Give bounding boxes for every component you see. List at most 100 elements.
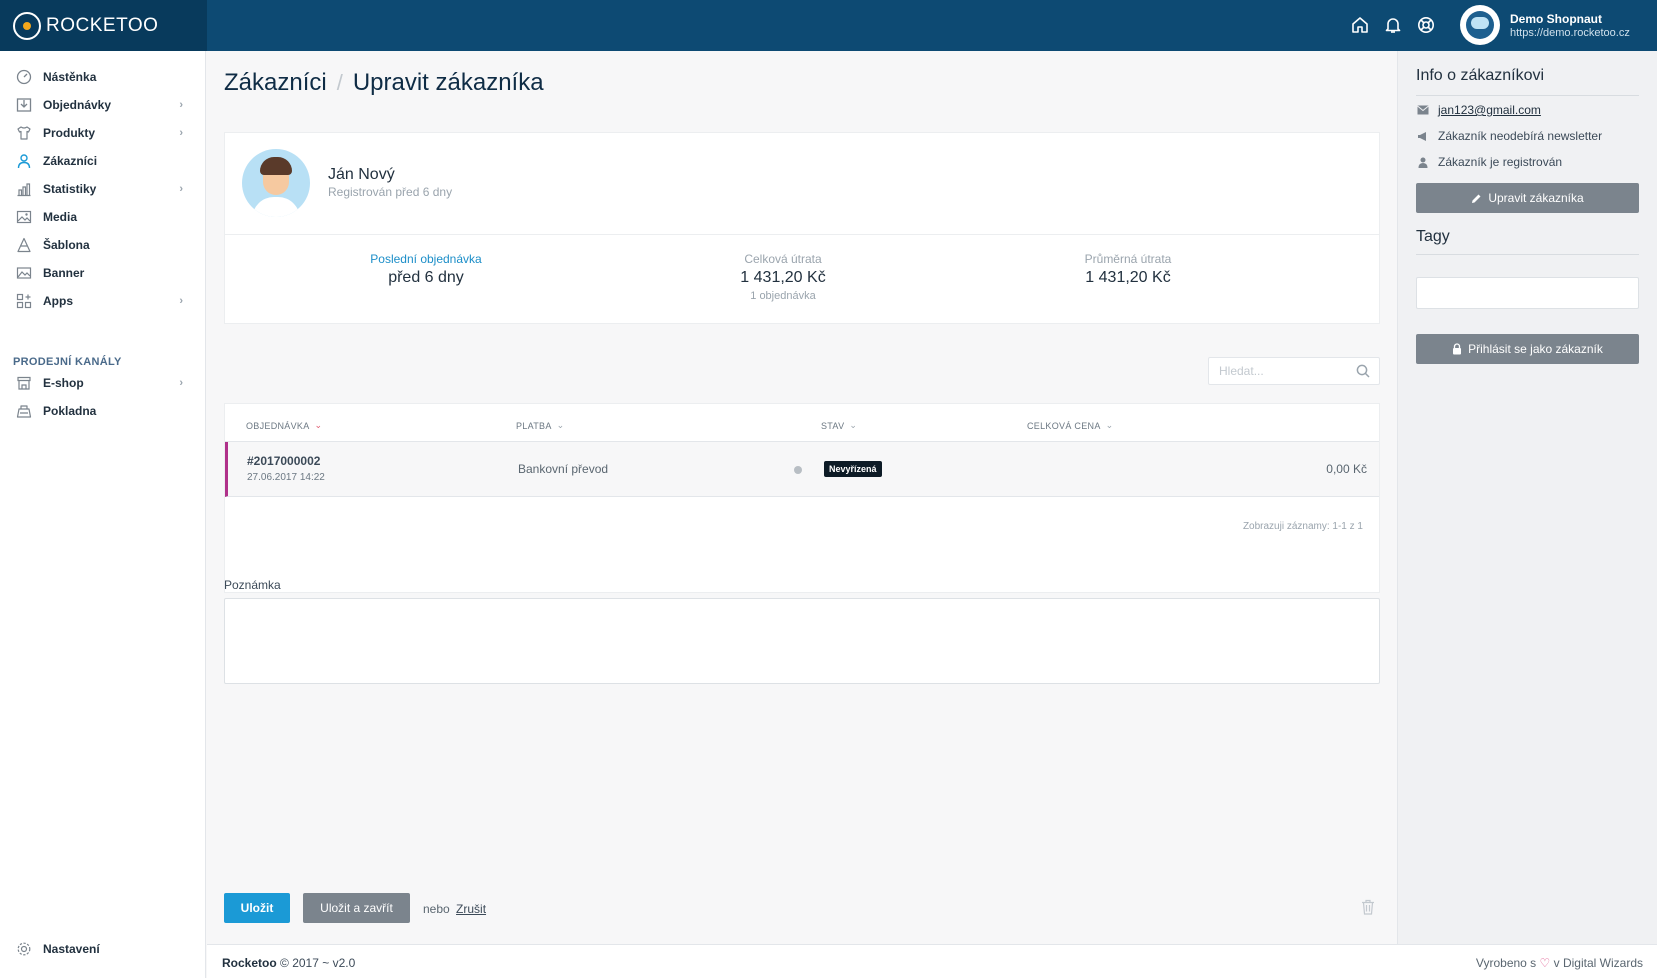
divider <box>1416 95 1639 96</box>
footer-version: © 2017 ~ v2.0 <box>280 956 356 970</box>
records-info: Zobrazuji záznamy: 1-1 z 1 <box>1242 521 1363 532</box>
customer-name: Ján Nový <box>328 166 395 183</box>
search-icon[interactable] <box>1356 364 1370 381</box>
or-text: nebo <box>423 902 450 916</box>
stat-value: před 6 dny <box>388 269 464 286</box>
orders-table: OBJEDNÁVKA ⌄ PLATBA ⌄ STAV ⌄ CELKOVÁ CEN… <box>224 403 1380 593</box>
info-registered: Zákazník je registrován <box>1416 155 1562 169</box>
save-and-close-button[interactable]: Uložit a zavřít <box>303 893 410 923</box>
sidebar-item-apps[interactable]: Apps › <box>0 287 206 315</box>
stat-average-spent: Průměrná útrata 1 431,20 Kč <box>978 252 1278 287</box>
sort-icon: ⌄ <box>556 420 565 430</box>
footer-copyright: Rocketoo © 2017 ~ v2.0 <box>222 956 355 970</box>
sidebar: Nástěnka Objednávky › Produkty › Zákazní… <box>0 51 206 978</box>
chevron-right-icon: › <box>179 377 183 389</box>
sidebar-item-media[interactable]: Media <box>0 203 206 231</box>
edit-customer-label: Upravit zákazníka <box>1488 191 1584 205</box>
column-header-status[interactable]: STAV ⌄ <box>821 420 857 431</box>
breadcrumb-parent[interactable]: Zákazníci <box>224 69 327 97</box>
sidebar-item-label: Nástěnka <box>43 70 97 84</box>
stat-label[interactable]: Poslední objednávka <box>276 252 576 266</box>
tags-input[interactable] <box>1416 277 1639 309</box>
main-content: Zákazníci / Upravit zákazníka Ján Nový R… <box>207 51 1396 944</box>
footer-credits: Vyrobeno s ♡ v Digital Wizards <box>1476 956 1643 970</box>
stat-label: Průměrná útrata <box>1084 252 1172 266</box>
sidebar-item-label: Zákazníci <box>43 154 98 168</box>
note-textarea[interactable] <box>225 599 1379 683</box>
email-link[interactable]: jan123@gmail.com <box>1438 103 1541 117</box>
sort-icon: ⌄ <box>849 420 858 430</box>
sidebar-item-produkty[interactable]: Produkty › <box>0 119 206 147</box>
sidebar-item-nastenka[interactable]: Nástěnka <box>0 63 206 91</box>
login-as-customer-label: Přihlásit se jako zákazník <box>1468 342 1603 356</box>
footer: Rocketoo © 2017 ~ v2.0 Vyrobeno s ♡ v Di… <box>207 944 1657 978</box>
user-icon <box>1416 157 1430 168</box>
sidebar-item-label: E-shop <box>43 376 84 390</box>
banner-icon <box>15 264 33 282</box>
sidebar-item-pokladna[interactable]: Pokladna <box>0 397 206 425</box>
customer-avatar <box>242 149 310 217</box>
info-title: Info o zákazníkovi <box>1416 67 1545 84</box>
note-label: Poznámka <box>224 578 281 592</box>
sidebar-item-sablona[interactable]: Šablona <box>0 231 206 259</box>
cancel-link[interactable]: Zrušit <box>456 902 486 916</box>
breadcrumb: Zákazníci / Upravit zákazníka <box>224 69 544 97</box>
pencil-icon <box>1471 193 1482 204</box>
stat-total-spent: Celková útrata 1 431,20 Kč 1 objednávka <box>633 252 933 302</box>
column-header-payment[interactable]: PLATBA ⌄ <box>516 420 565 431</box>
save-button[interactable]: Uložit <box>224 893 290 923</box>
tags-title: Tagy <box>1416 228 1450 245</box>
sidebar-item-objednavky[interactable]: Objednávky › <box>0 91 206 119</box>
breadcrumb-separator: / <box>336 70 343 95</box>
user-icon <box>15 152 33 170</box>
shop-icon <box>15 374 33 392</box>
order-id[interactable]: #2017000002 <box>247 454 320 468</box>
lifebuoy-icon[interactable] <box>1416 14 1436 36</box>
shirt-icon <box>15 124 33 142</box>
bell-icon[interactable] <box>1383 14 1403 36</box>
dashboard-icon <box>15 68 33 86</box>
sidebar-item-label: Media <box>43 210 78 224</box>
sidebar-item-nastaveni[interactable]: Nastavení <box>0 935 206 963</box>
sidebar-item-label: Apps <box>43 294 73 308</box>
user-name: Demo Shopnaut <box>1510 11 1602 26</box>
sidebar-item-label: Statistiky <box>43 182 97 196</box>
heart-icon: ♡ <box>1539 956 1551 970</box>
user-menu[interactable]: Demo Shopnaut https://demo.rocketoo.cz <box>1460 5 1630 45</box>
top-bar: ROCKETOO Demo Shopnaut https://demo.rock… <box>0 0 1657 51</box>
astronaut-avatar <box>1460 5 1500 45</box>
lock-icon <box>1452 343 1462 355</box>
logo[interactable]: ROCKETOO <box>0 0 207 51</box>
user-url: https://demo.rocketoo.cz <box>1510 26 1630 39</box>
sidebar-item-eshop[interactable]: E-shop › <box>0 369 206 397</box>
search-input[interactable] <box>1209 358 1349 384</box>
column-header-total[interactable]: CELKOVÁ CENA ⌄ <box>1027 420 1113 431</box>
chevron-right-icon: › <box>179 295 183 307</box>
footer-brand: Rocketoo <box>222 956 277 970</box>
order-payment: Bankovní převod <box>518 462 609 476</box>
sidebar-item-zakaznici[interactable]: Zákazníci <box>0 147 206 175</box>
customer-registered: Registrován před 6 dny <box>328 185 453 199</box>
column-header-label: CELKOVÁ CENA <box>1027 420 1101 431</box>
edit-customer-button[interactable]: Upravit zákazníka <box>1416 183 1639 213</box>
table-row[interactable]: #2017000002 27.06.2017 14:22 Bankovní př… <box>225 442 1379 497</box>
orders-icon <box>15 96 33 114</box>
status-badge: Nevyřízená <box>824 461 882 477</box>
sort-desc-icon: ⌄ <box>314 420 323 430</box>
login-as-customer-button[interactable]: Přihlásit se jako zákazník <box>1416 334 1639 364</box>
customer-info-panel: Info o zákazníkovi jan123@gmail.com Záka… <box>1397 51 1657 944</box>
sidebar-item-label: Produkty <box>43 126 96 140</box>
divider <box>1416 254 1639 255</box>
sidebar-item-statistiky[interactable]: Statistiky › <box>0 175 206 203</box>
stat-label: Celková útrata <box>744 252 822 266</box>
envelope-icon <box>1416 105 1430 115</box>
footer-made-prefix: Vyrobeno s <box>1475 956 1537 970</box>
sidebar-item-label: Pokladna <box>43 404 97 418</box>
footer-made-suffix[interactable]: v Digital Wizards <box>1554 956 1643 970</box>
sidebar-item-banner[interactable]: Banner <box>0 259 206 287</box>
registration-status: Zákazník je registrován <box>1438 155 1563 169</box>
trash-icon[interactable] <box>1361 899 1375 918</box>
column-header-label: OBJEDNÁVKA <box>246 420 310 431</box>
column-header-order[interactable]: OBJEDNÁVKA ⌄ <box>246 420 322 431</box>
home-icon[interactable] <box>1350 14 1370 36</box>
